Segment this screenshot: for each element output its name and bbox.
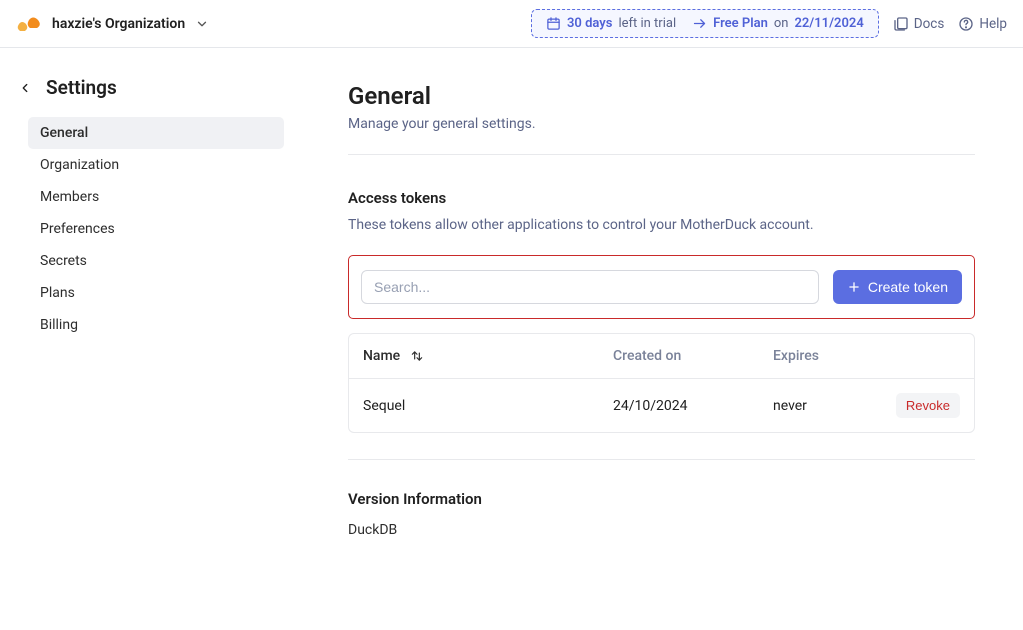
col-expires-label: Expires [773,348,819,364]
tokens-table-row: Sequel 24/10/2024 never Revoke [349,379,974,432]
sidebar-item-plans[interactable]: Plans [28,277,284,309]
trial-days: 30 days [567,16,612,31]
trial-days-suffix: left in trial [618,16,676,31]
revoke-button[interactable]: Revoke [896,393,960,418]
back-icon[interactable] [18,81,32,95]
token-search-input[interactable] [361,270,819,304]
org-name: haxzie's Organization [52,16,185,32]
page-title: General [348,82,975,110]
version-item: DuckDB [348,522,975,538]
sort-icon [410,349,424,363]
settings-nav: General Organization Members Preferences… [16,117,284,341]
column-header-name[interactable]: Name [363,348,613,364]
tokens-table-header: Name Created on Expires [349,334,974,379]
token-expires-cell: never [773,398,873,414]
main-content: General Manage your general settings. Ac… [300,48,1023,630]
token-created-cell: 24/10/2024 [613,398,773,414]
docs-link[interactable]: Docs [893,16,945,32]
help-icon [958,16,974,32]
docs-icon [893,16,909,32]
divider [348,459,975,460]
settings-sidebar: Settings General Organization Members Pr… [0,48,300,630]
docs-label: Docs [914,16,945,32]
sidebar-item-label: Plans [40,285,75,301]
trial-days-segment: 30 days left in trial [546,16,676,31]
create-token-button[interactable]: Create token [833,270,962,304]
tokens-table: Name Created on Expires Sequel 24/10/202… [348,333,975,433]
sidebar-item-label: Secrets [40,253,87,269]
trial-date: 22/11/2024 [794,16,863,31]
token-name-cell: Sequel [363,398,613,414]
sidebar-item-general[interactable]: General [28,117,284,149]
sidebar-item-organization[interactable]: Organization [28,149,284,181]
trial-plan-mid: on [774,16,789,31]
page-subtitle: Manage your general settings. [348,116,975,132]
settings-header: Settings [16,72,284,117]
brand-logo-icon [16,14,42,34]
sidebar-item-secrets[interactable]: Secrets [28,245,284,277]
tokens-action-highlight: Create token [348,255,975,319]
version-section-title: Version Information [348,490,975,508]
plus-icon [847,280,861,294]
divider [348,154,975,155]
sidebar-item-preferences[interactable]: Preferences [28,213,284,245]
top-bar: haxzie's Organization 30 days left in tr… [0,0,1023,48]
col-created-label: Created on [613,348,681,364]
calendar-icon [546,16,561,31]
help-link[interactable]: Help [958,16,1007,32]
topbar-right: 30 days left in trial Free Plan on 22/11… [531,9,1007,38]
create-token-label: Create token [868,279,948,295]
sidebar-item-members[interactable]: Members [28,181,284,213]
tokens-section-desc: These tokens allow other applications to… [348,217,975,233]
column-header-created[interactable]: Created on [613,348,773,364]
chevron-down-icon [195,17,209,31]
revoke-label: Revoke [906,398,950,413]
sidebar-item-label: Billing [40,317,78,333]
org-switcher[interactable]: haxzie's Organization [16,14,209,34]
column-header-expires[interactable]: Expires [773,348,873,364]
tokens-section-title: Access tokens [348,189,975,207]
sidebar-item-label: General [40,125,88,141]
sidebar-item-label: Organization [40,157,119,173]
trial-plan: Free Plan [713,16,768,31]
help-label: Help [979,16,1007,32]
trial-banner[interactable]: 30 days left in trial Free Plan on 22/11… [531,9,879,38]
sidebar-item-billing[interactable]: Billing [28,309,284,341]
settings-title: Settings [46,76,117,99]
col-name-label: Name [363,348,400,364]
trial-plan-segment: Free Plan on 22/11/2024 [692,16,864,31]
arrow-right-icon [692,16,707,31]
sidebar-item-label: Preferences [40,221,115,237]
sidebar-item-label: Members [40,189,99,205]
